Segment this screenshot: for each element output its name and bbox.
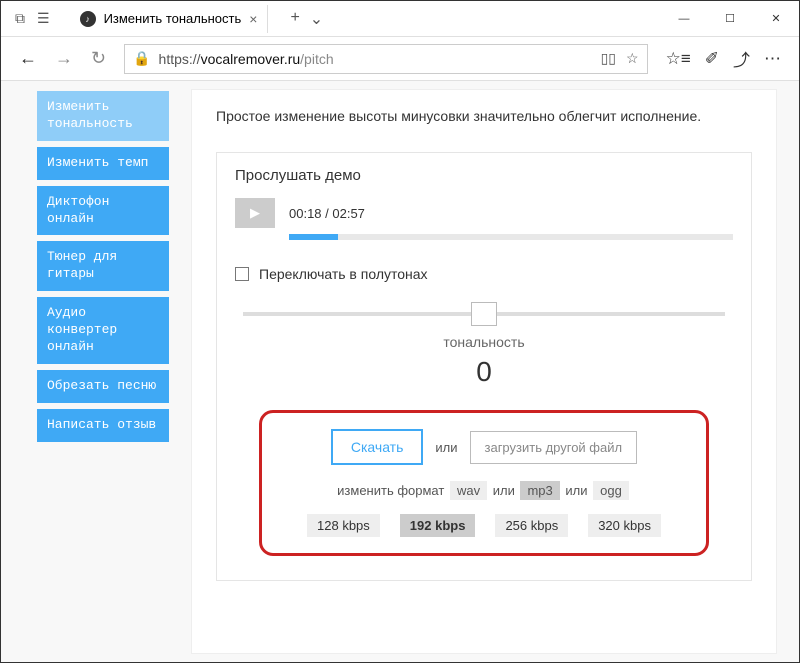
semitones-label: Переключать в полутонах <box>259 266 428 282</box>
download-button[interactable]: Скачать <box>331 429 424 465</box>
favicon-icon: ♪ <box>80 11 96 27</box>
demo-title: Прослушать демо <box>235 167 733 184</box>
download-section: Скачать или загрузить другой файл измени… <box>259 410 709 556</box>
sidebar-item-pitch[interactable]: Изменить тональность <box>37 91 169 141</box>
demo-box: Прослушать демо ▶ 00:18 / 02:57 Переключ… <box>216 152 752 581</box>
tabs-preview-icon[interactable]: ☰ <box>37 10 50 27</box>
refresh-button[interactable]: ↻ <box>91 48 106 69</box>
back-button[interactable]: ← <box>19 48 37 69</box>
upload-another-button[interactable]: загрузить другой файл <box>470 431 638 464</box>
maximize-button[interactable]: ☐ <box>707 1 753 37</box>
main-panel: Простое изменение высоты минусовки значи… <box>191 89 777 654</box>
playback-time: 00:18 / 02:57 <box>289 206 365 221</box>
or-text: или <box>435 440 457 455</box>
tab-menu-icon[interactable]: ⌄ <box>310 9 323 29</box>
semitones-checkbox[interactable] <box>235 267 249 281</box>
format-mp3[interactable]: mp3 <box>520 481 559 500</box>
sidebar-item-tempo[interactable]: Изменить темп <box>37 147 169 180</box>
share-icon[interactable]: ⤴ <box>733 46 750 71</box>
tonality-slider[interactable] <box>243 312 725 316</box>
address-bar: ← → ↻ 🔒 https://vocalremover.ru/pitch ▯▯… <box>1 37 799 81</box>
url-host: vocalremover.ru <box>201 51 301 67</box>
tab-title: Изменить тональность <box>104 11 242 26</box>
format-or1: или <box>493 483 515 498</box>
format-ogg[interactable]: ogg <box>593 481 629 500</box>
intro-text: Простое изменение высоты минусовки значи… <box>216 108 752 124</box>
slider-thumb[interactable] <box>471 302 497 326</box>
format-row: изменить формат wav или mp3 или ogg <box>280 481 688 500</box>
sidebar-item-recorder[interactable]: Диктофон онлайн <box>37 186 169 236</box>
url-scheme: https:// <box>159 51 201 67</box>
bitrate-row: 128 kbps 192 kbps 256 kbps 320 kbps <box>280 514 688 537</box>
minimize-button[interactable]: — <box>661 1 707 37</box>
bitrate-256[interactable]: 256 kbps <box>495 514 568 537</box>
url-input[interactable]: 🔒 https://vocalremover.ru/pitch ▯▯ ☆ <box>124 44 647 74</box>
sidebar-item-tuner[interactable]: Тюнер для гитары <box>37 241 169 291</box>
close-tab-icon[interactable]: × <box>249 11 257 27</box>
bitrate-128[interactable]: 128 kbps <box>307 514 380 537</box>
browser-tab[interactable]: ♪ Изменить тональность × <box>70 5 269 33</box>
format-or2: или <box>565 483 587 498</box>
window-titlebar: ⧉ ☰ ♪ Изменить тональность × + ⌄ — ☐ ✕ <box>1 1 799 37</box>
sidebar: Изменить тональность Изменить темп Дикто… <box>1 81 181 662</box>
sidebar-item-feedback[interactable]: Написать отзыв <box>37 409 169 442</box>
tonality-label: тональность <box>235 334 733 350</box>
tonality-value: 0 <box>235 356 733 388</box>
new-tab-icon[interactable]: + <box>290 9 299 29</box>
settings-icon[interactable]: ⋯ <box>764 49 781 69</box>
favorite-icon[interactable]: ☆ <box>626 50 639 67</box>
play-button[interactable]: ▶ <box>235 198 275 228</box>
format-label: изменить формат <box>337 483 444 498</box>
notes-icon[interactable]: ✐ <box>705 49 719 69</box>
progress-fill <box>289 234 338 240</box>
format-wav[interactable]: wav <box>450 481 487 500</box>
url-path: /pitch <box>300 51 333 67</box>
page-content: Изменить тональность Изменить темп Дикто… <box>1 81 799 662</box>
lock-icon: 🔒 <box>133 50 150 67</box>
sidebar-item-cut[interactable]: Обрезать песню <box>37 370 169 403</box>
bitrate-320[interactable]: 320 kbps <box>588 514 661 537</box>
sidebar-item-converter[interactable]: Аудио конвертер онлайн <box>37 297 169 364</box>
close-window-button[interactable]: ✕ <box>753 1 799 37</box>
favorites-bar-icon[interactable]: ☆≡ <box>666 49 691 69</box>
reading-view-icon[interactable]: ▯▯ <box>601 50 616 67</box>
tabs-aside-icon[interactable]: ⧉ <box>15 10 25 27</box>
progress-bar[interactable] <box>289 234 733 240</box>
forward-button: → <box>55 48 73 69</box>
bitrate-192[interactable]: 192 kbps <box>400 514 476 537</box>
